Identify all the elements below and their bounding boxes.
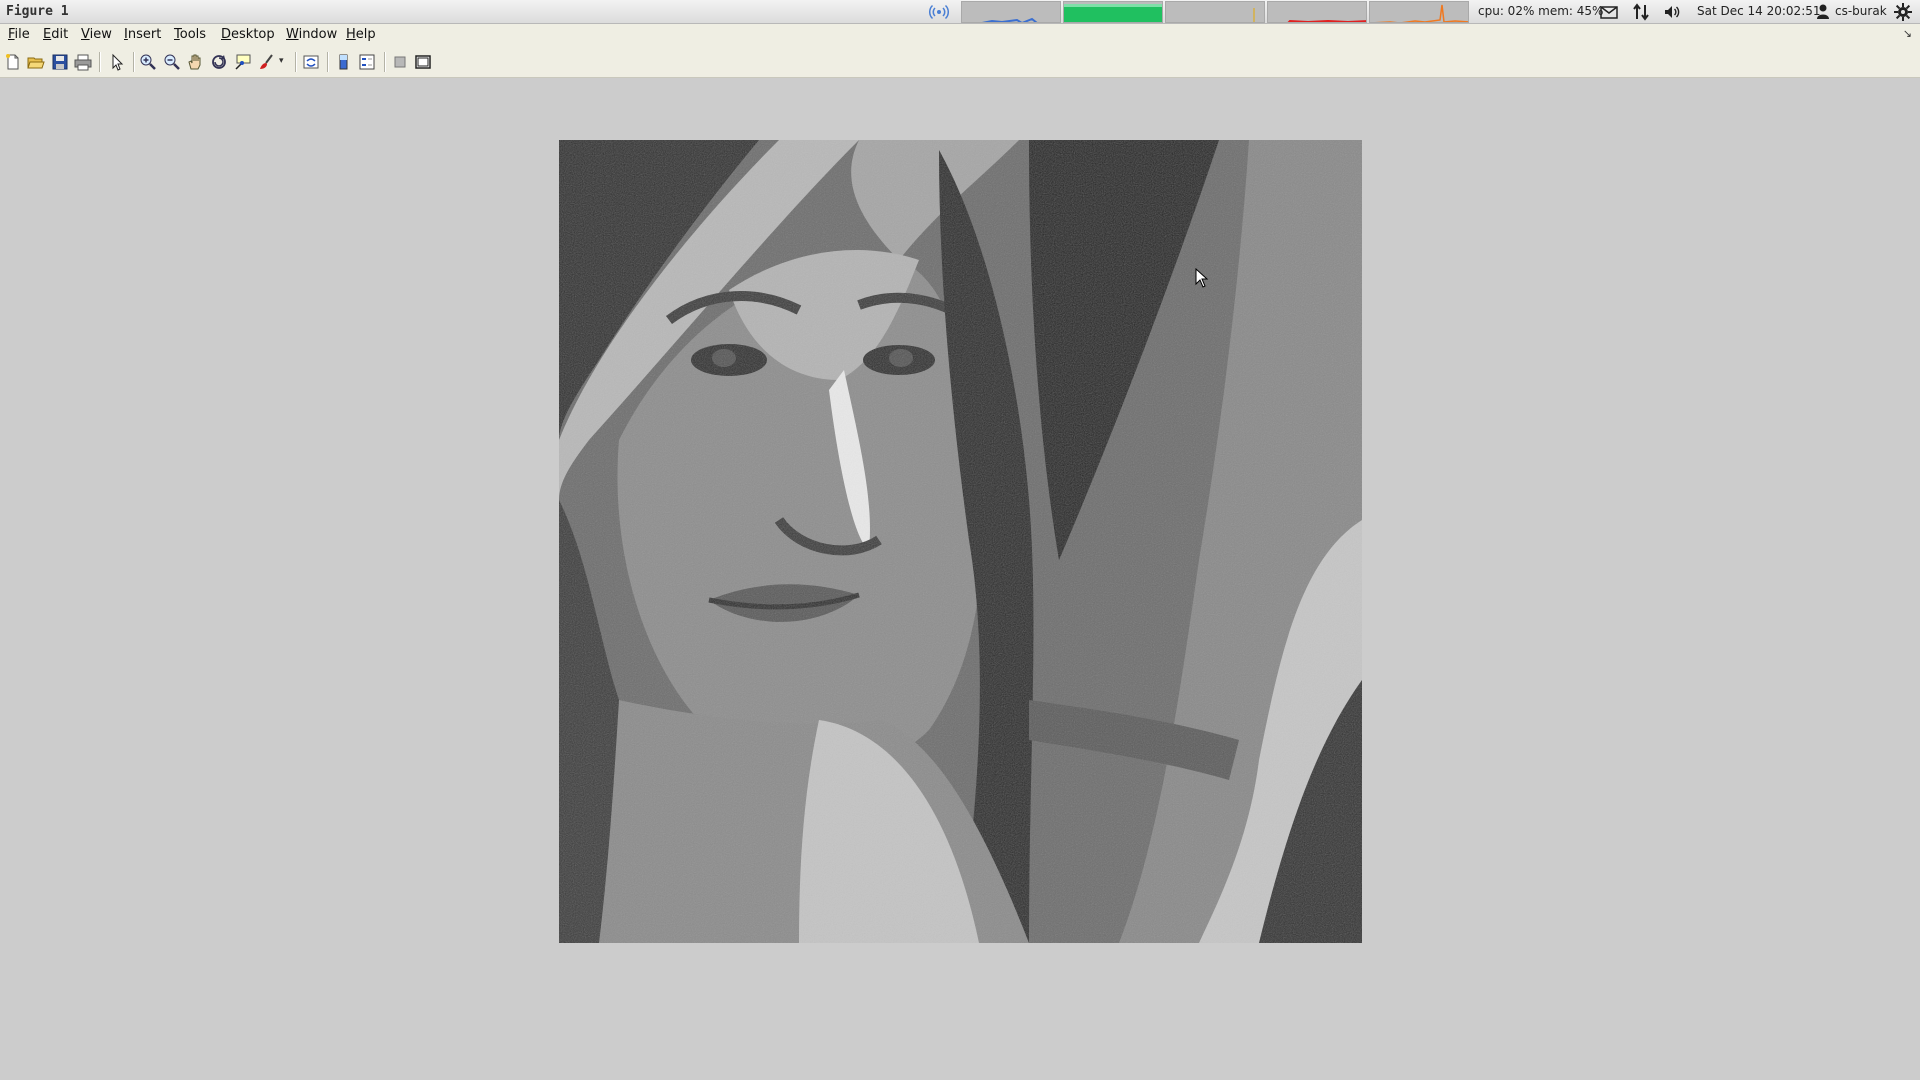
memory-graph[interactable] bbox=[1063, 1, 1163, 23]
brush-icon[interactable] bbox=[258, 53, 276, 71]
net-graph[interactable] bbox=[1267, 1, 1367, 23]
menu-bar: File Edit View Insert Tools Desktop Wind… bbox=[0, 24, 1920, 46]
new-figure-icon[interactable] bbox=[4, 53, 22, 71]
system-status-text: cpu: 02% mem: 45% bbox=[1478, 4, 1604, 18]
data-cursor-icon[interactable] bbox=[234, 53, 252, 71]
save-icon[interactable] bbox=[51, 53, 69, 71]
brush-dropdown-chevron-icon[interactable]: ▾ bbox=[279, 56, 287, 74]
volume-icon[interactable] bbox=[1662, 2, 1682, 22]
edit-plot-arrow-icon[interactable] bbox=[108, 53, 126, 71]
show-plot-tools-icon[interactable] bbox=[414, 53, 432, 71]
menu-desktop[interactable]: Desktop bbox=[221, 27, 275, 42]
network-wireless-icon[interactable] bbox=[929, 2, 949, 22]
mouse-pointer-icon bbox=[1195, 268, 1209, 288]
dock-figure-arrow-icon[interactable]: ↘ bbox=[1903, 27, 1912, 40]
pan-hand-icon[interactable] bbox=[186, 53, 204, 71]
toolbar-separator bbox=[99, 52, 101, 72]
toolbar-separator bbox=[133, 52, 135, 72]
network-transfer-icon[interactable] bbox=[1631, 2, 1651, 22]
figure-toolbar: ▾ bbox=[0, 46, 1920, 78]
colorbar-icon[interactable] bbox=[335, 53, 353, 71]
cpu-graph[interactable] bbox=[961, 1, 1061, 23]
clock[interactable]: Sat Dec 14 20:02:51 bbox=[1697, 4, 1821, 18]
menu-help[interactable]: Help bbox=[346, 27, 376, 42]
zoom-out-icon[interactable] bbox=[163, 53, 181, 71]
swap-graph[interactable] bbox=[1165, 1, 1265, 23]
window-title: Figure 1 bbox=[6, 4, 69, 19]
portrait-image bbox=[559, 140, 1362, 943]
menu-view[interactable]: View bbox=[81, 27, 112, 42]
mail-icon[interactable] bbox=[1599, 2, 1619, 22]
toolbar-separator bbox=[384, 52, 386, 72]
grayscale-image[interactable] bbox=[559, 140, 1362, 943]
toolbar-separator bbox=[327, 52, 329, 72]
settings-gear-icon[interactable] bbox=[1893, 2, 1913, 22]
menu-file[interactable]: File bbox=[8, 27, 30, 42]
top-panel: Figure 1 cpu: 02% mem: 45% Sat Dec 14 20… bbox=[0, 0, 1920, 24]
hide-plot-tools-icon[interactable] bbox=[391, 53, 409, 71]
print-icon[interactable] bbox=[74, 53, 92, 71]
zoom-in-icon[interactable] bbox=[139, 53, 157, 71]
menu-edit[interactable]: Edit bbox=[43, 27, 68, 42]
menu-tools[interactable]: Tools bbox=[174, 27, 206, 42]
rotate-3d-icon[interactable] bbox=[210, 53, 228, 71]
load-graph[interactable] bbox=[1369, 1, 1469, 23]
link-plot-icon[interactable] bbox=[302, 53, 320, 71]
menu-insert[interactable]: Insert bbox=[124, 27, 161, 42]
user-name[interactable]: cs-burak bbox=[1835, 4, 1887, 18]
menu-window[interactable]: Window bbox=[286, 27, 337, 42]
user-icon bbox=[1817, 4, 1829, 19]
toolbar-separator bbox=[295, 52, 297, 72]
figure-canvas[interactable] bbox=[0, 78, 1920, 1080]
legend-icon[interactable] bbox=[358, 53, 376, 71]
open-file-icon[interactable] bbox=[27, 53, 45, 71]
